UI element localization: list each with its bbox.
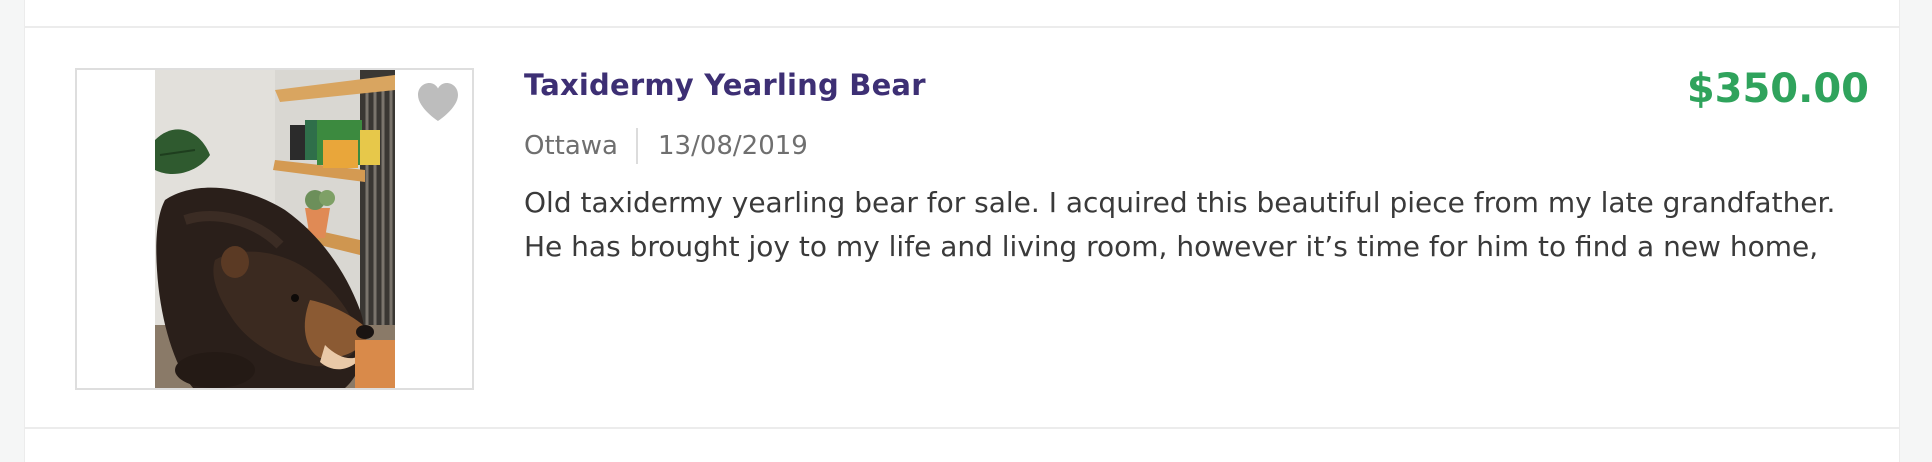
favorite-button[interactable] bbox=[414, 80, 462, 124]
listing-meta: Ottawa 13/08/2019 bbox=[524, 128, 808, 164]
listing-title-link[interactable]: Taxidermy Yearling Bear bbox=[524, 68, 926, 102]
heart-icon bbox=[418, 83, 458, 121]
listing-card[interactable]: Taxidermy Yearling Bear $350.00 Ottawa 1… bbox=[25, 28, 1899, 427]
listing-thumbnail[interactable] bbox=[75, 68, 474, 390]
listings-panel: Taxidermy Yearling Bear $350.00 Ottawa 1… bbox=[24, 0, 1900, 462]
listing-description: Old taxidermy yearling bear for sale. I … bbox=[524, 186, 1836, 263]
meta-separator bbox=[635, 128, 638, 164]
listing-date: 13/08/2019 bbox=[657, 131, 808, 161]
listing-price: $350.00 bbox=[1686, 66, 1869, 112]
divider bbox=[25, 427, 1899, 429]
listing-photo[interactable] bbox=[155, 70, 395, 390]
listing-location: Ottawa bbox=[524, 131, 618, 161]
